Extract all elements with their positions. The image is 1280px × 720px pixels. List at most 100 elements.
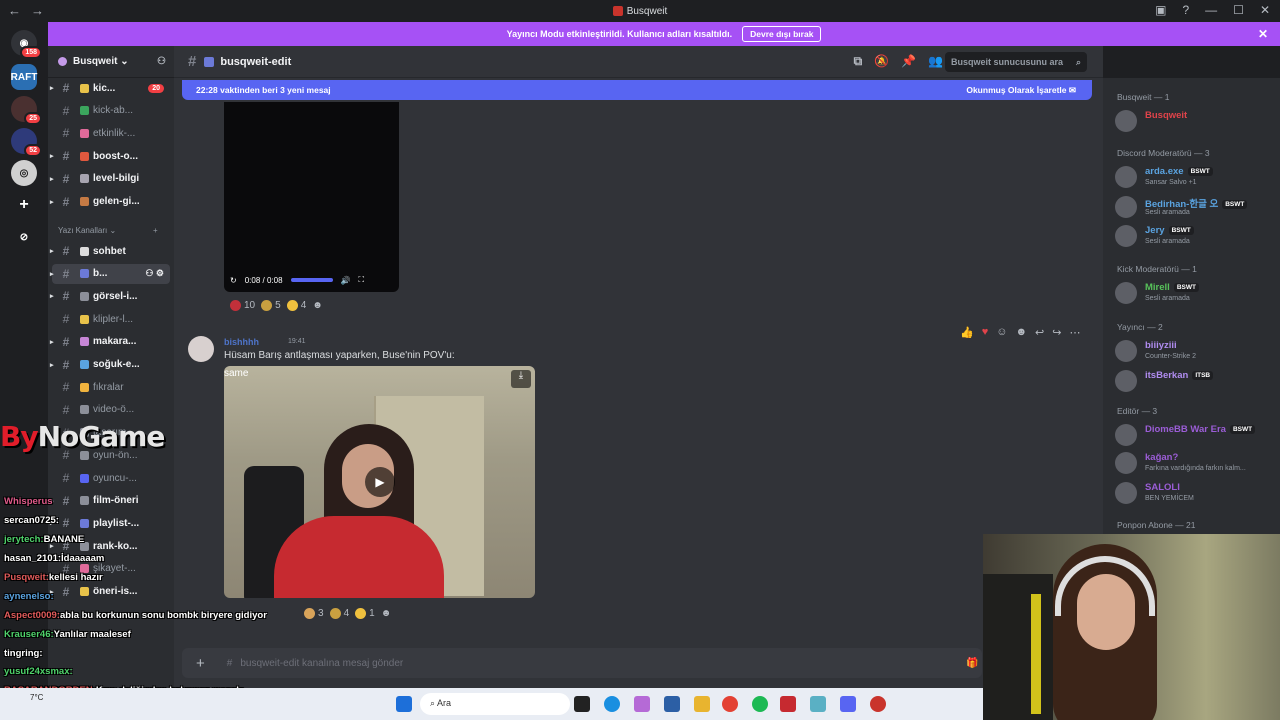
new-messages-bar[interactable]: 22:28 vaktinden beri 3 yeni mesaj Okunmu… — [182, 80, 1092, 100]
discord-home-icon[interactable]: ◉ 158 — [11, 30, 42, 59]
add-channel-icon[interactable]: + — [153, 226, 158, 235]
channel-item[interactable]: ▸ # b... ⚇ ⚙ — [50, 263, 170, 284]
member-item[interactable]: SALOLI BEN YEMİCEM — [1115, 480, 1275, 508]
pinned-icon[interactable]: 📌 — [901, 54, 916, 69]
channel-item[interactable]: # oyuncu-... — [52, 468, 170, 488]
message-composer[interactable]: + # busqweit-edit kanalına mesaj gönder … — [182, 648, 982, 678]
member-item[interactable]: biiiyziii Counter-Strike 2 — [1115, 338, 1275, 366]
member-item[interactable]: DiomeBB War Era BSWT — [1115, 422, 1275, 450]
spotify-icon[interactable] — [752, 696, 768, 712]
member-item[interactable]: Mirell BSWT Sesli aramada — [1115, 280, 1275, 308]
avatar[interactable] — [188, 336, 214, 362]
channel-item[interactable]: ▸ # level-bilgi — [50, 169, 170, 189]
taskbar-search[interactable]: ⌕ Ara — [420, 693, 570, 715]
play-icon[interactable]: ▶ — [365, 467, 395, 497]
close-icon[interactable]: ✕ — [1258, 27, 1268, 41]
reaction[interactable]: 1 — [355, 608, 375, 619]
server-icon[interactable]: ◎ — [11, 160, 37, 186]
edge-icon[interactable] — [604, 696, 620, 712]
reaction[interactable]: 4 — [329, 608, 349, 619]
member-item[interactable]: Busqweit — [1115, 108, 1275, 136]
copilot-icon[interactable] — [634, 696, 650, 712]
volume-icon[interactable]: 🔊 — [341, 276, 351, 285]
channel-item[interactable]: # kick-ab... — [52, 101, 170, 121]
inbox-icon[interactable]: ▣ — [1155, 3, 1166, 17]
invite-user-icon[interactable]: ⚇ — [157, 56, 166, 67]
channel-item[interactable]: # etkinlik-... — [52, 123, 170, 143]
reply-icon[interactable]: ↩ — [1035, 326, 1044, 339]
fullscreen-icon[interactable]: ⛶ — [358, 275, 364, 285]
app-icon[interactable] — [870, 696, 886, 712]
hash-icon: # — [62, 244, 70, 258]
reaction[interactable]: 10 — [230, 300, 255, 311]
server-icon[interactable]: 25 — [11, 96, 42, 125]
disable-streamer-mode-button[interactable]: Devre dışı bırak — [742, 26, 822, 42]
discord-icon[interactable] — [840, 696, 856, 712]
channel-settings-icon[interactable]: ⚇ ⚙ — [145, 268, 164, 279]
add-reaction-icon[interactable]: ☻ — [1015, 326, 1027, 339]
channel-item[interactable]: # video-ö... — [52, 400, 170, 420]
member-item[interactable]: kağan? Farkına vardığında farkın kalm... — [1115, 450, 1275, 478]
server-icon[interactable]: 52 — [11, 128, 42, 157]
add-reaction-icon[interactable]: ☻ — [312, 300, 323, 311]
maximize-icon[interactable]: ☐ — [1233, 3, 1244, 17]
stream-chat-line: yusuf24xsmax: — [4, 666, 73, 677]
start-icon[interactable] — [396, 696, 412, 712]
chrome-icon[interactable] — [722, 696, 738, 712]
replay-icon[interactable]: ↻ — [230, 276, 237, 285]
channel-item[interactable]: ▸ # öneri-is... — [50, 582, 170, 602]
reaction[interactable]: 3 — [304, 608, 324, 619]
add-reaction-icon[interactable]: ☻ — [381, 608, 392, 619]
gift-icon[interactable]: 🎁 — [966, 658, 978, 669]
threads-icon[interactable]: ⧉ — [854, 54, 863, 69]
channel-item[interactable]: # fıkralar — [52, 377, 170, 397]
channel-item[interactable]: ▸ # film-öneri — [50, 491, 170, 511]
attach-plus-icon[interactable]: + — [196, 655, 205, 672]
notifications-muted-icon[interactable]: 🔕 — [874, 54, 889, 69]
minimize-icon[interactable]: — — [1205, 3, 1217, 17]
member-item[interactable]: Bedirhan-한글 오 BSWT Sesli aramada — [1115, 194, 1275, 222]
channel-item[interactable]: ▸ # görsel-i... — [50, 286, 170, 306]
app-icon[interactable] — [810, 696, 826, 712]
server-search-input[interactable]: Busqweit sunucusunu ara ⌕ — [945, 52, 1087, 72]
forward-icon[interactable]: ↪ — [1052, 326, 1061, 339]
avatar — [1115, 225, 1137, 247]
store-icon[interactable] — [664, 696, 680, 712]
channel-item[interactable]: # klipler-l... — [52, 309, 170, 329]
server-header[interactable]: Busqweit ⌄ ⚇ — [48, 46, 174, 78]
close-window-icon[interactable]: ✕ — [1260, 3, 1270, 17]
member-item[interactable]: Jery BSWT Sesli aramada — [1115, 223, 1275, 251]
video-player[interactable]: ↻ 0:08 / 0:08 🔊 ⛶ — [224, 102, 399, 292]
channel-item[interactable]: ▸ # playlist-... — [50, 513, 170, 533]
member-item[interactable]: arda.exe BSWT Sansar Salvo +1 — [1115, 164, 1275, 192]
category-text-channels[interactable]: Yazı Kanalları ⌄ + — [58, 226, 158, 235]
mark-as-read-button[interactable]: Okunmuş Olarak İşaretle ✉ — [966, 85, 1076, 96]
download-icon[interactable]: ⤓ — [511, 370, 531, 388]
add-server-icon[interactable]: + — [11, 192, 37, 218]
explorer-icon[interactable] — [694, 696, 710, 712]
app-icon[interactable] — [780, 696, 796, 712]
help-icon[interactable]: ? — [1182, 3, 1189, 17]
progress-bar[interactable] — [290, 278, 333, 282]
member-item[interactable]: itsBerkan ITSB — [1115, 368, 1275, 396]
channel-item[interactable]: ▸ # makara... — [50, 332, 170, 352]
channel-item[interactable]: ▸ # kic... 20 — [50, 78, 170, 98]
server-raft-icon[interactable]: RAFT — [11, 64, 37, 90]
reaction[interactable]: 4 — [286, 300, 306, 311]
channel-item[interactable]: ▸ # gelen-gi... — [50, 192, 170, 212]
more-icon[interactable]: ⋯ — [1069, 326, 1080, 339]
discover-compass-icon[interactable]: ⊘ — [11, 224, 37, 250]
thumbs-up-icon[interactable]: 👍 — [960, 326, 974, 339]
channel-item[interactable]: ▸ # sohbet — [50, 241, 170, 261]
message-author[interactable]: bishhhh — [224, 337, 259, 347]
channel-item[interactable]: ▸ # soğuk-e... — [50, 355, 170, 375]
video-attachment[interactable]: same ▶ ⤓ — [224, 366, 535, 598]
member-list-icon[interactable]: 👥 — [928, 54, 943, 69]
weather-widget[interactable]: 7°C — [30, 693, 43, 702]
channel-item[interactable]: ▸ # boost-o... — [50, 146, 170, 166]
reaction[interactable]: 5 — [261, 300, 281, 311]
unread-indicator-icon: ▸ — [50, 198, 54, 206]
heart-icon[interactable]: ♥ — [982, 326, 989, 339]
emoji-icon[interactable]: ☺ — [996, 326, 1007, 339]
task-view-icon[interactable] — [574, 696, 590, 712]
